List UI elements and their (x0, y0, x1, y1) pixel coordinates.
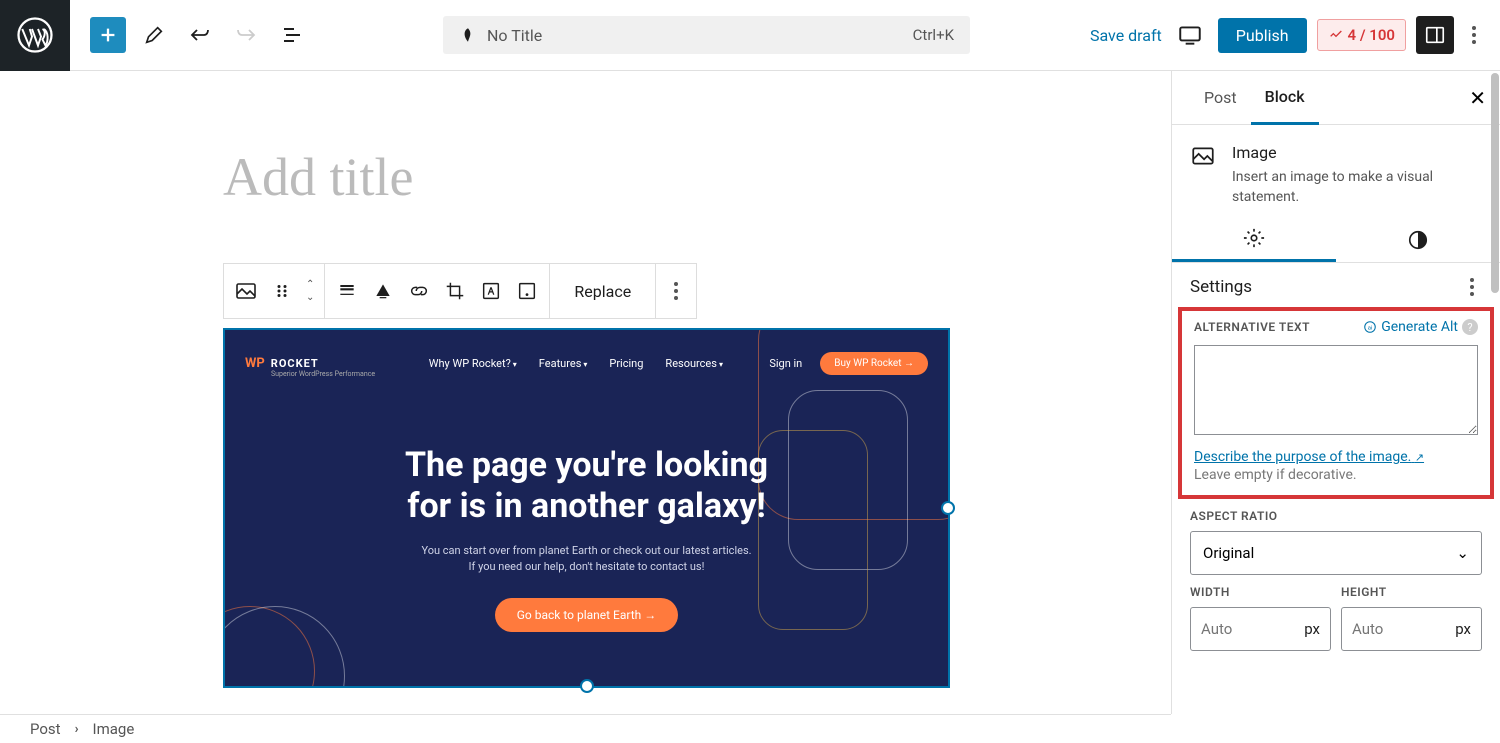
width-input[interactable] (1201, 620, 1272, 638)
block-name: Image (1232, 143, 1482, 162)
replace-button[interactable]: Replace (560, 282, 645, 301)
score-icon (1328, 27, 1344, 43)
alt-help-sub: Leave empty if decorative. (1194, 467, 1478, 483)
settings-panel-toggle[interactable] (1416, 16, 1454, 54)
tab-post[interactable]: Post (1190, 71, 1251, 125)
svg-text:ai: ai (1368, 326, 1373, 332)
width-unit[interactable]: px (1304, 620, 1320, 638)
undo-button[interactable] (182, 17, 218, 53)
save-draft-button[interactable]: Save draft (1090, 26, 1162, 45)
command-palette-button[interactable]: No Title Ctrl+K (443, 16, 970, 54)
alt-text-input[interactable] (1194, 345, 1478, 435)
image-preview: WPROCKETSuperior WordPress Performance W… (225, 330, 948, 686)
breadcrumb-image[interactable]: Image (93, 720, 135, 738)
image-icon (1190, 143, 1216, 207)
generate-alt-button[interactable]: ai Generate Alt ? (1363, 319, 1478, 335)
move-down-button[interactable]: ⌄ (306, 292, 314, 303)
resize-handle-east[interactable] (941, 501, 955, 515)
block-toolbar: ⌃ ⌄ Replace (223, 263, 697, 319)
options-menu-button[interactable] (1464, 26, 1484, 44)
external-link-icon: ↗ (1415, 451, 1424, 464)
chevron-right-icon: › (75, 722, 79, 737)
subtab-styles[interactable] (1336, 217, 1500, 262)
breadcrumb: Post › Image (0, 714, 1171, 743)
height-input[interactable] (1352, 620, 1423, 638)
tools-button[interactable] (136, 17, 172, 53)
editor-header: No Title Ctrl+K Save draft Publish 4 / 1… (0, 0, 1500, 71)
crop-button[interactable] (443, 279, 467, 303)
preview-button[interactable] (1172, 17, 1208, 53)
chevron-down-icon: ⌄ (1456, 544, 1469, 562)
breadcrumb-post[interactable]: Post (30, 720, 61, 738)
seo-score-badge[interactable]: 4 / 100 (1317, 19, 1406, 51)
height-label: HEIGHT (1341, 585, 1482, 599)
score-text: 4 / 100 (1348, 26, 1395, 44)
block-options-button[interactable] (666, 282, 686, 300)
aspect-ratio-select[interactable]: Original ⌄ (1190, 531, 1482, 575)
document-title: No Title (487, 26, 913, 45)
settings-sidebar: Post Block ✕ Image Insert an image to ma… (1171, 71, 1500, 714)
move-up-button[interactable]: ⌃ (306, 279, 314, 290)
resize-handle-south[interactable] (580, 679, 594, 693)
duotone-button[interactable] (515, 279, 539, 303)
drag-handle-icon[interactable] (270, 279, 294, 303)
leaf-icon (459, 26, 477, 44)
gear-icon (1243, 227, 1265, 249)
shortcut-hint: Ctrl+K (913, 26, 954, 44)
move-arrows: ⌃ ⌄ (306, 279, 314, 303)
wordpress-logo[interactable] (0, 0, 70, 71)
align-button[interactable] (335, 279, 359, 303)
add-block-button[interactable] (90, 17, 126, 53)
aspect-ratio-label: ASPECT RATIO (1190, 509, 1482, 523)
subtab-settings[interactable] (1172, 217, 1336, 262)
image-block[interactable]: WPROCKETSuperior WordPress Performance W… (223, 328, 950, 688)
document-overview-button[interactable] (274, 17, 310, 53)
close-sidebar-button[interactable]: ✕ (1469, 86, 1486, 110)
width-label: WIDTH (1190, 585, 1331, 599)
block-description: Insert an image to make a visual stateme… (1232, 168, 1482, 207)
alt-text-section: ALTERNATIVE TEXT ai Generate Alt ? Descr… (1178, 307, 1494, 499)
styles-icon (1407, 229, 1429, 251)
caption-button[interactable] (371, 279, 395, 303)
post-title-input[interactable]: Add title (223, 146, 413, 208)
text-overlay-button[interactable] (479, 279, 503, 303)
editor-canvas: Add title ⌃ ⌄ Replace W (0, 71, 1171, 714)
link-button[interactable] (407, 279, 431, 303)
redo-button[interactable] (228, 17, 264, 53)
settings-heading: Settings (1190, 277, 1252, 297)
settings-options-button[interactable] (1462, 278, 1482, 296)
publish-button[interactable]: Publish (1218, 18, 1307, 53)
sidebar-scrollbar[interactable] (1490, 71, 1500, 714)
height-unit[interactable]: px (1455, 620, 1471, 638)
alt-text-label: ALTERNATIVE TEXT (1194, 320, 1310, 334)
ai-icon: ai (1363, 320, 1377, 334)
help-icon: ? (1462, 319, 1478, 335)
tab-block[interactable]: Block (1251, 71, 1319, 125)
block-type-icon[interactable] (234, 279, 258, 303)
alt-help-link[interactable]: Describe the purpose of the image. ↗ (1194, 449, 1478, 465)
